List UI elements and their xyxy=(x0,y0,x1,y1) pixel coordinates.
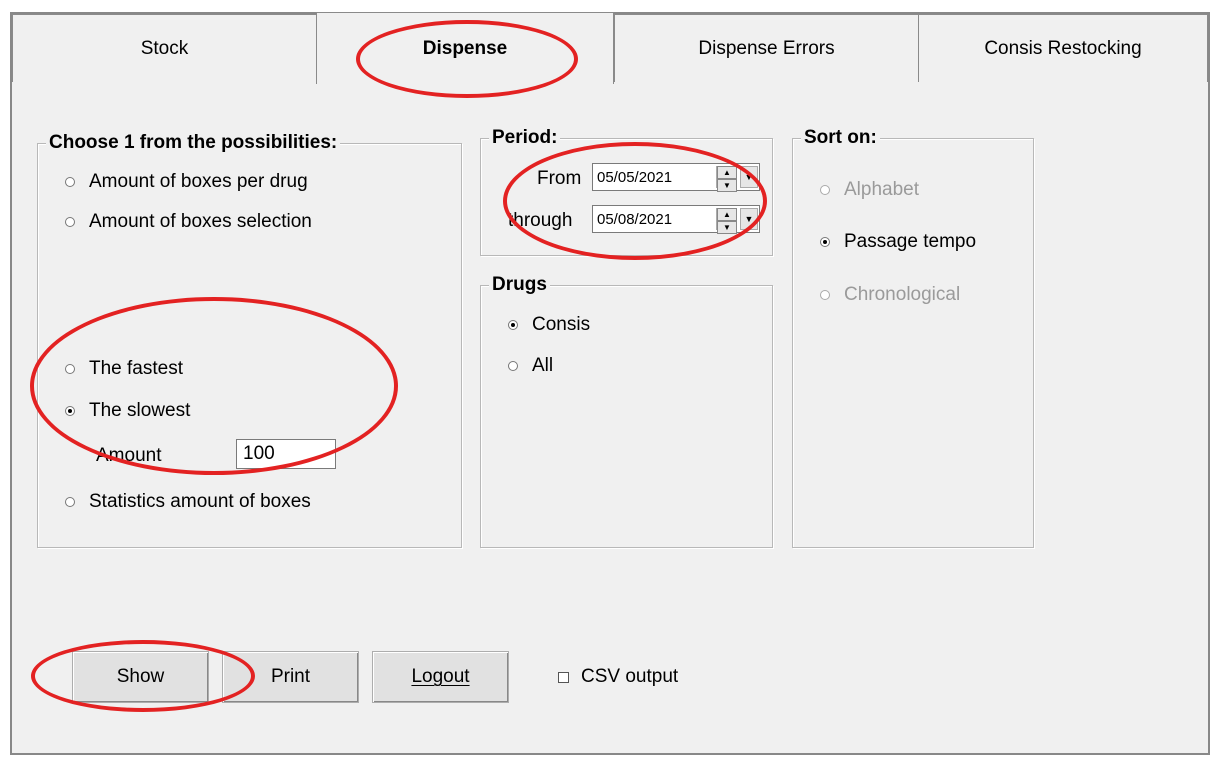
option-alphabet-label: Alphabet xyxy=(844,179,920,200)
option-passage-tempo-label: Passage tempo xyxy=(844,231,977,252)
radio-alphabet xyxy=(820,185,830,195)
from-date-picker[interactable]: 05/05/2021 ▲ ▼ ▼ xyxy=(592,163,760,192)
logout-button[interactable]: Logout xyxy=(372,651,509,703)
through-label: through xyxy=(508,210,573,231)
sort-group-legend: Sort on: xyxy=(801,127,880,149)
tab-dispense-label: Dispense xyxy=(422,37,508,59)
option-statistics-boxes[interactable]: Statistics amount of boxes xyxy=(65,491,311,513)
period-group-legend: Period: xyxy=(489,127,561,149)
through-date-spinner[interactable]: ▲ ▼ xyxy=(716,208,737,234)
option-boxes-per-drug[interactable]: Amount of boxes per drug xyxy=(65,171,308,193)
option-all-label: All xyxy=(532,355,554,376)
radio-passage-tempo[interactable] xyxy=(820,237,830,247)
option-consis-label: Consis xyxy=(532,314,591,335)
logout-button-label: Logout xyxy=(411,666,470,687)
tab-stock[interactable]: Stock xyxy=(12,14,317,82)
option-boxes-selection-label: Amount of boxes selection xyxy=(89,211,312,232)
radio-slowest[interactable] xyxy=(65,406,75,416)
radio-chronological xyxy=(820,290,830,300)
spin-up-icon[interactable]: ▲ xyxy=(717,208,737,221)
option-consis[interactable]: Consis xyxy=(508,314,590,336)
spin-down-icon[interactable]: ▼ xyxy=(717,221,737,234)
csv-output-box[interactable] xyxy=(558,671,569,683)
through-date-dropdown-icon[interactable]: ▼ xyxy=(740,208,758,230)
from-date-value: 05/05/2021 xyxy=(597,168,673,186)
choose-group-legend: Choose 1 from the possibilities: xyxy=(46,132,341,154)
tab-stock-label: Stock xyxy=(140,37,189,59)
tab-dispense-errors-label: Dispense Errors xyxy=(698,37,835,59)
radio-fastest[interactable] xyxy=(65,364,75,374)
csv-output-label: CSV output xyxy=(581,666,679,687)
option-chronological: Chronological xyxy=(820,284,960,306)
period-group: Period: xyxy=(480,127,773,256)
option-passage-tempo[interactable]: Passage tempo xyxy=(820,231,976,253)
tab-dispense-errors[interactable]: Dispense Errors xyxy=(614,14,919,82)
option-boxes-per-drug-label: Amount of boxes per drug xyxy=(89,171,308,192)
tab-consis-restocking-label: Consis Restocking xyxy=(984,37,1142,59)
option-chronological-label: Chronological xyxy=(844,284,961,305)
option-fastest-label: The fastest xyxy=(89,358,183,379)
through-date-picker[interactable]: 05/08/2021 ▲ ▼ ▼ xyxy=(592,205,760,234)
option-alphabet: Alphabet xyxy=(820,179,919,201)
option-slowest[interactable]: The slowest xyxy=(65,400,190,422)
show-button[interactable]: Show xyxy=(72,651,209,703)
spin-up-icon[interactable]: ▲ xyxy=(717,166,737,179)
csv-output-checkbox[interactable]: CSV output xyxy=(558,666,678,688)
option-boxes-selection[interactable]: Amount of boxes selection xyxy=(65,211,312,233)
choose-group: Choose 1 from the possibilities: xyxy=(37,132,462,548)
print-button[interactable]: Print xyxy=(222,651,359,703)
option-fastest[interactable]: The fastest xyxy=(65,358,183,380)
print-button-label: Print xyxy=(270,666,311,687)
drugs-group-legend: Drugs xyxy=(489,274,550,296)
radio-statistics-boxes[interactable] xyxy=(65,497,75,507)
option-slowest-label: The slowest xyxy=(89,400,191,421)
tab-consis-restocking[interactable]: Consis Restocking xyxy=(918,14,1208,82)
radio-boxes-per-drug[interactable] xyxy=(65,177,75,187)
radio-boxes-selection[interactable] xyxy=(65,217,75,227)
spin-down-icon[interactable]: ▼ xyxy=(717,179,737,192)
amount-input[interactable] xyxy=(236,439,336,469)
from-label: From xyxy=(537,168,582,189)
from-date-dropdown-icon[interactable]: ▼ xyxy=(740,166,758,188)
from-date-spinner[interactable]: ▲ ▼ xyxy=(716,166,737,192)
tab-dispense[interactable]: Dispense xyxy=(316,12,614,84)
through-date-value: 05/08/2021 xyxy=(597,210,673,228)
option-statistics-boxes-label: Statistics amount of boxes xyxy=(89,491,311,512)
radio-consis[interactable] xyxy=(508,320,518,330)
radio-all[interactable] xyxy=(508,361,518,371)
option-all[interactable]: All xyxy=(508,355,553,377)
amount-label: Amount xyxy=(96,445,162,466)
show-button-label: Show xyxy=(116,666,165,687)
